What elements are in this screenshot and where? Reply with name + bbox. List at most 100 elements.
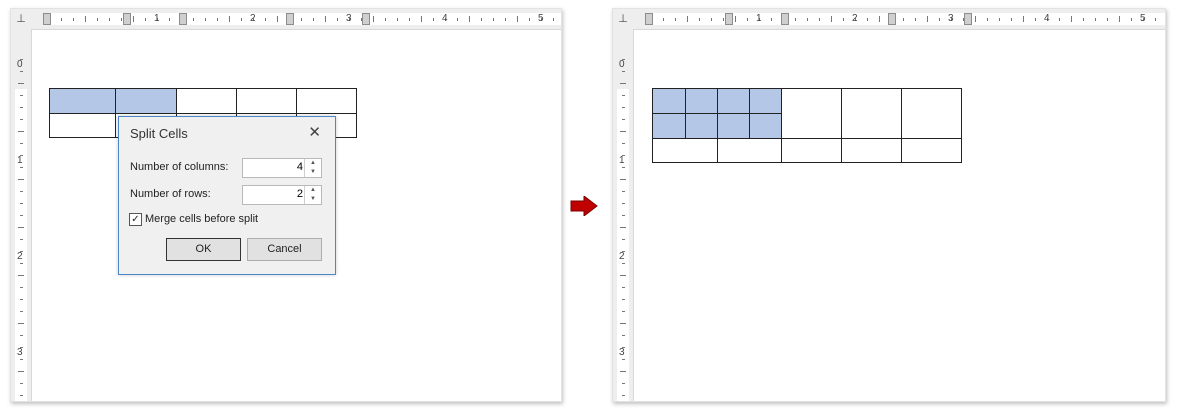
ruler-tick <box>469 16 470 22</box>
column-marker-icon[interactable] <box>725 13 733 25</box>
table-cell-selected[interactable] <box>49 88 116 114</box>
ruler-tick <box>20 119 23 120</box>
merge-cells-checkbox[interactable]: ✓ <box>129 213 142 226</box>
after-panel: ⊥ 1 2 3 4 5 0 1 2 3 <box>612 8 1166 402</box>
ruler-number: 2 <box>250 13 256 24</box>
table-cell-selected[interactable] <box>685 88 718 114</box>
ruler-tick <box>529 18 530 21</box>
column-marker-icon[interactable] <box>123 13 131 25</box>
document-table[interactable] <box>652 88 962 163</box>
ruler-tick <box>18 131 24 132</box>
table-cell[interactable] <box>841 138 902 163</box>
vertical-ruler[interactable]: 0 1 2 3 <box>11 29 32 401</box>
ruler-tick <box>20 299 23 300</box>
table-cell-selected[interactable] <box>115 88 177 114</box>
ruler-tick <box>109 18 110 21</box>
spin-up-icon[interactable]: ▲ <box>304 159 321 168</box>
ruler-tick <box>229 16 230 22</box>
ruler-tick <box>831 16 832 22</box>
table-cell[interactable] <box>781 88 842 139</box>
horizontal-ruler[interactable]: 1 2 3 4 5 <box>31 9 561 30</box>
ruler-tick <box>620 371 626 372</box>
tab-selector-icon[interactable]: ⊥ <box>11 9 31 29</box>
rows-spinner[interactable]: ▲ ▼ <box>242 185 322 205</box>
columns-input[interactable] <box>243 159 305 175</box>
table-cell-selected[interactable] <box>717 88 750 114</box>
table-cell[interactable] <box>296 88 357 114</box>
column-marker-icon[interactable] <box>645 13 653 25</box>
ruler-number: 1 <box>756 13 762 24</box>
ruler-tick <box>620 275 626 276</box>
ruler-tick <box>20 107 23 108</box>
ruler-number: 5 <box>538 13 544 24</box>
ruler-tick <box>939 18 940 21</box>
ruler-tick <box>193 18 194 21</box>
table-cell[interactable] <box>781 138 842 163</box>
close-icon[interactable]: ✕ <box>308 123 321 141</box>
table-cell[interactable] <box>49 113 116 138</box>
ruler-tick <box>1071 16 1072 22</box>
table-cell[interactable] <box>901 88 962 139</box>
indent-marker-icon[interactable] <box>179 13 187 25</box>
ruler-tick <box>867 18 868 21</box>
ruler-tick <box>20 239 23 240</box>
ruler-tick <box>517 16 518 22</box>
rows-input[interactable] <box>243 186 305 202</box>
table-cell[interactable] <box>236 88 297 114</box>
ruler-tick <box>97 18 98 21</box>
table-cell[interactable] <box>901 138 962 163</box>
table-cell-selected[interactable] <box>749 88 782 114</box>
ruler-tick <box>20 95 23 96</box>
ruler-tick <box>337 18 338 21</box>
ruler-tick <box>711 18 712 21</box>
table-cell[interactable] <box>652 138 718 163</box>
ruler-tick <box>20 335 23 336</box>
table-cell-selected[interactable] <box>749 113 782 139</box>
spin-down-icon[interactable]: ▼ <box>304 195 321 204</box>
ruler-tick <box>747 18 748 21</box>
table-cell-selected[interactable] <box>652 113 686 139</box>
ruler-tick <box>723 18 724 21</box>
columns-spinner[interactable]: ▲ ▼ <box>242 158 322 178</box>
table-cell-selected[interactable] <box>652 88 686 114</box>
ruler-tick <box>622 167 625 168</box>
ruler-tick <box>20 311 23 312</box>
ruler-tick <box>205 18 206 21</box>
column-marker-icon[interactable] <box>362 13 370 25</box>
ruler-tick <box>1107 18 1108 21</box>
ruler-number: 2 <box>619 251 625 262</box>
column-marker-icon[interactable] <box>888 13 896 25</box>
vertical-ruler[interactable]: 0 1 2 3 <box>613 29 634 401</box>
horizontal-ruler[interactable]: 1 2 3 4 5 <box>633 9 1165 30</box>
ruler-tick <box>987 18 988 21</box>
ok-button[interactable]: OK <box>166 238 241 261</box>
document-page[interactable] <box>634 30 1165 401</box>
ruler-tick <box>1095 18 1096 21</box>
column-marker-icon[interactable] <box>43 13 51 25</box>
ruler-tick <box>409 18 410 21</box>
table-cell[interactable] <box>841 88 902 139</box>
ruler-tick <box>20 203 23 204</box>
table-cell[interactable] <box>717 138 782 163</box>
column-marker-icon[interactable] <box>286 13 294 25</box>
table-cell[interactable] <box>176 88 237 114</box>
ruler-tick <box>795 18 796 21</box>
table-cell-selected[interactable] <box>717 113 750 139</box>
ruler-tick <box>622 95 625 96</box>
spin-up-icon[interactable]: ▲ <box>304 186 321 195</box>
merge-cells-label[interactable]: Merge cells before split <box>145 213 258 225</box>
spin-down-icon[interactable]: ▼ <box>304 168 321 177</box>
ruler-tick <box>457 18 458 21</box>
tab-selector-icon[interactable]: ⊥ <box>613 9 633 29</box>
ruler-number: 1 <box>619 155 625 166</box>
cancel-button[interactable]: Cancel <box>247 238 322 261</box>
column-marker-icon[interactable] <box>964 13 972 25</box>
ruler-tick <box>85 16 86 22</box>
ruler-tick <box>133 16 134 22</box>
ruler-tick <box>927 16 928 22</box>
ruler-tick <box>20 167 23 168</box>
columns-label: Number of columns: <box>130 161 229 173</box>
table-cell-selected[interactable] <box>685 113 718 139</box>
indent-marker-icon[interactable] <box>781 13 789 25</box>
ruler-tick <box>265 18 266 21</box>
